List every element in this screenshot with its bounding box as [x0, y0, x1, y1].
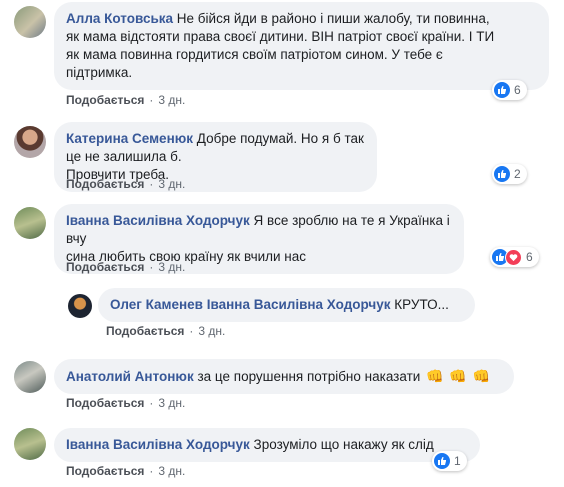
comment-actions: Подобається · 3 дн.	[66, 396, 186, 410]
like-button[interactable]: Подобається	[66, 396, 144, 410]
reaction-count-text: 6	[526, 250, 533, 264]
like-button[interactable]: Подобається	[66, 177, 144, 191]
comment-text: Зрозуміло що накажу як слід	[253, 437, 434, 452]
avatar[interactable]	[14, 428, 46, 460]
comment-actions: Подобається · 3 дн.	[66, 260, 186, 274]
comment-actions: Подобається · 3 дн.	[106, 324, 226, 338]
comment-text: КРУТО...	[394, 297, 449, 312]
comment: Іванна Василівна Ходорчук Зрозуміло що н…	[14, 424, 564, 487]
reaction-count-text: 1	[454, 454, 461, 468]
like-button[interactable]: Подобається	[66, 93, 144, 107]
comment-bubble: Анатолий Антонюк за це порушення потрібн…	[54, 359, 514, 394]
fist-emoji: 👊	[472, 368, 490, 384]
comment-text: підтримка.	[66, 65, 133, 80]
like-reaction-icon	[494, 166, 510, 182]
comment-text: як мама повинна гордитися своїм патріото…	[66, 47, 443, 62]
fist-emoji: 👊	[426, 368, 444, 384]
love-reaction-icon	[505, 248, 522, 266]
reaction-count[interactable]: 1	[432, 451, 467, 471]
comment-time[interactable]: 3 дн.	[198, 324, 225, 338]
comment: Іванна Василівна Ходорчук Я все зроблю н…	[14, 203, 564, 283]
comment-bubble: Іванна Василівна Ходорчук Зрозуміло що н…	[54, 428, 480, 462]
comment-text: як мама відстояти права своєї дитини. ВІ…	[66, 29, 495, 44]
reaction-count[interactable]: 6	[492, 80, 527, 100]
avatar[interactable]	[68, 294, 92, 318]
comment: Катерина Семенюк Добре подумай. Но я б т…	[14, 118, 564, 198]
comment: Анатолий Антонюк за це порушення потрібн…	[14, 355, 564, 415]
comment-time[interactable]: 3 дн.	[158, 260, 185, 274]
comment-time[interactable]: 3 дн.	[158, 396, 185, 410]
like-reaction-icon	[494, 82, 510, 98]
mention-link[interactable]: Іванна Василівна Ходорчук	[207, 297, 391, 312]
comment-time[interactable]: 3 дн.	[158, 464, 185, 478]
like-button[interactable]: Подобається	[66, 260, 144, 274]
comment-author[interactable]: Іванна Василівна Ходорчук	[66, 213, 250, 228]
comment-author[interactable]: Анатолий Антонюк	[66, 369, 194, 384]
comment-text: Не бійся йди в районо і пиши жалобу, ти …	[176, 11, 490, 26]
comment-author[interactable]: Іванна Василівна Ходорчук	[66, 437, 250, 452]
fist-emoji: 👊	[449, 368, 467, 384]
comment: Алла Котовська Не бійся йди в районо і п…	[14, 0, 564, 110]
reaction-count-text: 2	[514, 167, 521, 181]
comment-time[interactable]: 3 дн.	[158, 93, 185, 107]
reaction-count-text: 6	[514, 83, 521, 97]
comment-bubble: Олег Каменев Іванна Василівна Ходорчук К…	[98, 288, 475, 322]
comment-author[interactable]: Олег Каменев	[110, 297, 203, 312]
comment-time[interactable]: 3 дн.	[158, 177, 185, 191]
reaction-count[interactable]: 6	[490, 247, 539, 267]
like-button[interactable]: Подобається	[106, 324, 184, 338]
comment-text: за це порушення потрібно наказати	[197, 369, 421, 384]
avatar[interactable]	[14, 361, 46, 393]
comment-actions: Подобається · 3 дн.	[66, 177, 186, 191]
comment-actions: Подобається · 3 дн.	[66, 93, 186, 107]
comment-reply: Олег Каменев Іванна Василівна Ходорчук К…	[14, 288, 564, 348]
comment-bubble: Алла Котовська Не бійся йди в районо і п…	[54, 2, 549, 90]
like-button[interactable]: Подобається	[66, 464, 144, 478]
avatar[interactable]	[14, 207, 46, 239]
reaction-count[interactable]: 2	[492, 164, 527, 184]
comment-author[interactable]: Алла Котовська	[66, 11, 173, 26]
like-reaction-icon	[434, 453, 450, 469]
avatar[interactable]	[14, 6, 46, 38]
avatar[interactable]	[14, 126, 46, 158]
comment-actions: Подобається · 3 дн.	[66, 464, 186, 478]
comment-author[interactable]: Катерина Семенюк	[66, 131, 193, 146]
